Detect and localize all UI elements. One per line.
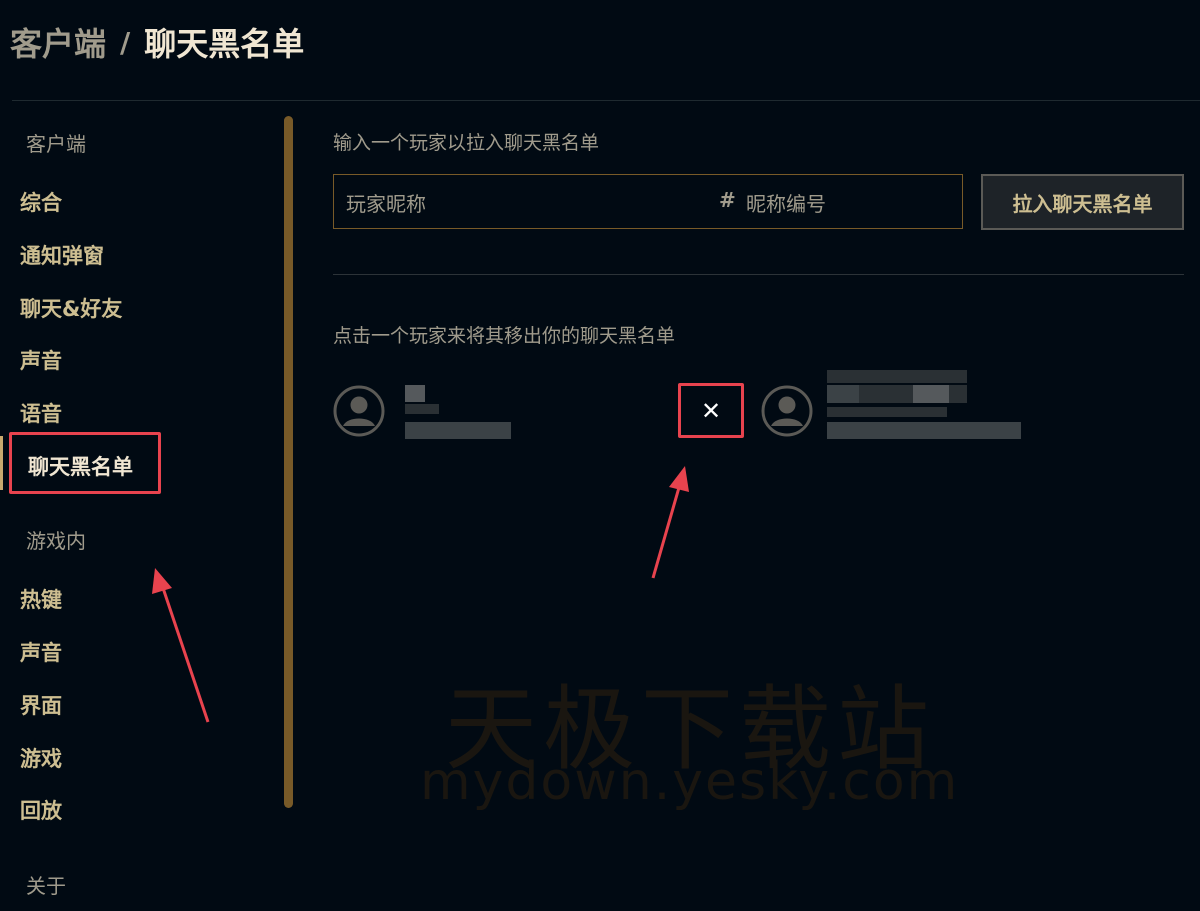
arrow-sidebar: [160, 584, 210, 723]
sidebar-item-general[interactable]: 综合: [20, 187, 62, 217]
player-search-input[interactable]: 玩家昵称 # 昵称编号: [333, 174, 963, 229]
arrow-remove: [651, 483, 682, 579]
sidebar-item-replays[interactable]: 回放: [20, 795, 62, 825]
highlight-box-remove: [678, 383, 744, 438]
page-title: 聊天黑名单: [144, 25, 305, 63]
header-divider: [12, 100, 1200, 101]
avatar-icon: [761, 385, 813, 437]
sidebar-section-ingame: 游戏内: [26, 529, 86, 553]
sidebar-item-voice[interactable]: 语音: [20, 398, 62, 428]
sidebar-scrollbar[interactable]: [284, 116, 293, 808]
sidebar-item-sound[interactable]: 声音: [20, 345, 62, 375]
arrow-remove-head: [669, 466, 689, 492]
settings-page: 客户端 / 聊天黑名单 客户端 综合 通知弹窗 聊天&好友 声音 语音 聊天黑名…: [0, 0, 1200, 911]
remove-prompt: 点击一个玩家来将其移出你的聊天黑名单: [333, 325, 676, 347]
sidebar-item-interface[interactable]: 界面: [20, 690, 62, 720]
blocked-player-1[interactable]: [333, 385, 663, 441]
content-divider: [333, 274, 1184, 275]
add-prompt: 输入一个玩家以拉入聊天黑名单: [333, 132, 600, 154]
sidebar-section-about[interactable]: 关于: [26, 870, 66, 899]
breadcrumb-parent[interactable]: 客户端: [10, 19, 106, 65]
avatar-icon: [333, 385, 385, 437]
arrow-sidebar-head: [152, 568, 172, 594]
highlight-box-sidebar: [9, 432, 161, 494]
sidebar-item-notifications[interactable]: 通知弹窗: [20, 240, 104, 270]
player-name-placeholder[interactable]: 玩家昵称: [346, 188, 426, 217]
sidebar-item-chat-friends[interactable]: 聊天&好友: [20, 293, 122, 323]
breadcrumb: 客户端 / 聊天黑名单: [10, 18, 304, 66]
sidebar-item-game[interactable]: 游戏: [20, 743, 62, 773]
sidebar-section-client: 客户端: [26, 132, 86, 156]
breadcrumb-separator: /: [120, 25, 131, 59]
watermark-en: mydown.yesky.com: [420, 752, 960, 812]
add-to-blacklist-button[interactable]: 拉入聊天黑名单: [981, 174, 1184, 230]
active-item-marker: [0, 436, 3, 490]
sidebar-item-hotkeys[interactable]: 热键: [20, 584, 62, 614]
hash-icon: #: [719, 188, 736, 212]
blocked-player-2[interactable]: [761, 370, 1041, 441]
sidebar-item-ingame-sound[interactable]: 声音: [20, 637, 62, 667]
player-tag-placeholder[interactable]: 昵称编号: [746, 188, 826, 217]
